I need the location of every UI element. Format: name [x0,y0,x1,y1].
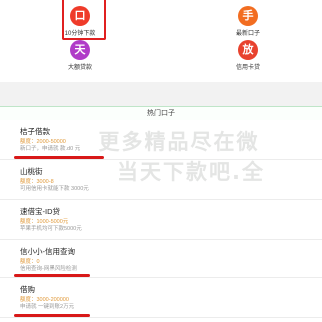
underline-annotation [14,314,90,317]
list-item[interactable]: 速借宝-ID贷 额度：1000-5000元 苹果手机均可下款5000元 [0,200,322,240]
category-credit-card-loan[interactable]: 放 信用卡贷 [208,40,288,71]
section-divider [0,82,322,106]
list-item[interactable]: 山桃街 额度：3000-8 可用信用卡就能下款 3000元 [0,160,322,200]
release-icon: 放 [238,40,258,60]
category-label: 大额贷款 [67,65,92,71]
item-name: 山桃街 [20,167,43,176]
underline-annotation [14,156,104,159]
item-name: 借购 [20,285,35,294]
loan-list: 桔子借款 额度：2000-50000 新口子，申请就 款.d0 元 山桃街 额度… [0,120,322,318]
highlight-annotation [62,0,106,40]
item-name: 速借宝-ID贷 [20,207,60,216]
category-newest[interactable]: 手 最新口子 [208,6,288,37]
item-quota: 额度：3000-8 [20,179,54,185]
category-icon-grid: 口 10分钟下款 手 最新口子 天 大额贷款 放 信用卡贷 [0,0,322,82]
list-item[interactable]: 信小小-信用查询 额度：0 信用查询-网黑风险检测 [0,240,322,278]
item-quota: 额度：1000-5000元 [20,219,69,225]
item-desc: 申请就 一键到账2万元 [20,304,75,310]
hand-icon: 手 [238,6,258,26]
item-desc: 新口子，申请就 款.d0 元 [20,146,81,152]
item-quota: 额度：0 [20,259,40,265]
item-name: 信小小-信用查询 [20,247,75,256]
category-label: 信用卡贷 [235,65,260,71]
list-item[interactable]: 桔子借款 额度：2000-50000 新口子，申请就 款.d0 元 [0,120,322,160]
item-desc: 可用信用卡就能下款 3000元 [20,186,89,192]
item-name: 桔子借款 [20,127,50,136]
underline-annotation [14,274,90,277]
list-item[interactable]: 借购 额度：3000-200000 申请就 一键到账2万元 [0,278,322,318]
section-title: 热门口子 [0,106,322,120]
item-quota: 额度：3000-200000 [20,297,69,303]
item-desc: 苹果手机均可下款5000元 [20,226,82,232]
category-label: 最新口子 [235,31,260,37]
item-quota: 额度：2000-50000 [20,139,66,145]
sky-icon: 天 [70,40,90,60]
item-desc: 信用查询-网黑风险检测 [20,266,77,272]
category-large-loan[interactable]: 天 大额贷款 [40,40,120,71]
